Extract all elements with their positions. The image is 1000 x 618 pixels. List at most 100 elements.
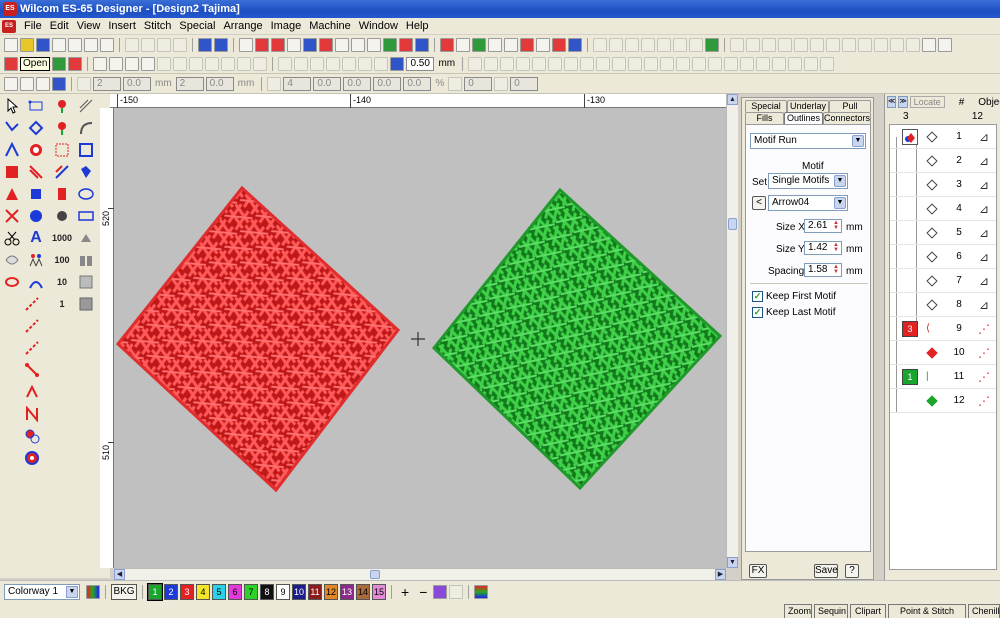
scroll-right-icon[interactable]: ▶ bbox=[715, 569, 726, 580]
color-swatch-1[interactable]: 1 bbox=[147, 582, 163, 601]
frame-tool-icon[interactable] bbox=[76, 272, 96, 292]
step-fill-icon[interactable] bbox=[93, 56, 108, 71]
star-icon[interactable] bbox=[689, 37, 703, 52]
cloud-icon[interactable] bbox=[705, 37, 719, 52]
keep-first-motif-checkbox[interactable]: ✓ Keep First Motif bbox=[752, 291, 836, 302]
column-a-tool-icon[interactable] bbox=[2, 162, 22, 182]
menu-file[interactable]: File bbox=[20, 18, 46, 34]
chart-icon[interactable] bbox=[383, 37, 397, 52]
node-tool-2-icon[interactable] bbox=[22, 382, 42, 402]
tab-pull-comp[interactable]: Pull Comp bbox=[829, 100, 871, 122]
oval-tool-icon[interactable] bbox=[76, 184, 96, 204]
tool-m-icon[interactable] bbox=[740, 56, 755, 71]
motif-select[interactable]: Arrow04 ▼ bbox=[768, 195, 848, 211]
sequence-row-8[interactable]: 8 ⊿ bbox=[890, 293, 996, 317]
snap-grid-icon[interactable] bbox=[484, 56, 499, 71]
tab-chenille[interactable]: Chenille bbox=[968, 604, 1000, 618]
circle-icon[interactable] bbox=[673, 37, 687, 52]
save-button[interactable]: Save bbox=[814, 564, 838, 578]
zigzag-tool-icon[interactable] bbox=[22, 404, 42, 424]
hoop-tool-icon[interactable] bbox=[2, 272, 22, 292]
stitch-count-10-icon[interactable]: 10 bbox=[50, 272, 74, 292]
scroll-down-icon[interactable]: ▼ bbox=[727, 557, 738, 568]
pattern-fill-tool-icon[interactable] bbox=[52, 140, 72, 160]
menu-view[interactable]: View bbox=[73, 18, 105, 34]
applique-icon[interactable] bbox=[319, 37, 333, 52]
delete-icon[interactable] bbox=[173, 37, 187, 52]
stitch-count-1000-icon[interactable]: 1000 bbox=[50, 228, 74, 248]
select-tool-icon[interactable] bbox=[2, 96, 22, 116]
tool-f-icon[interactable] bbox=[628, 56, 643, 71]
expand-icon[interactable]: ≫ bbox=[898, 96, 908, 108]
align-bottom-icon[interactable] bbox=[641, 37, 655, 52]
outline-icon[interactable] bbox=[287, 37, 301, 52]
width-field[interactable]: 0.0 bbox=[123, 76, 151, 91]
target-tool-icon[interactable] bbox=[22, 448, 42, 468]
rotate-right-icon[interactable] bbox=[294, 56, 309, 71]
tool-b-icon[interactable] bbox=[564, 56, 579, 71]
color-swatch-12[interactable]: 12 bbox=[324, 583, 338, 600]
tatami-icon[interactable] bbox=[52, 56, 67, 71]
mirror-h-icon[interactable] bbox=[310, 56, 325, 71]
spacing-spinner[interactable]: 1.58 ▲ ▼ bbox=[804, 263, 842, 277]
tool-q-icon[interactable] bbox=[804, 56, 819, 71]
color-film-toggle-icon[interactable] bbox=[474, 584, 489, 599]
menu-image[interactable]: Image bbox=[267, 18, 306, 34]
rect-tool-icon[interactable] bbox=[76, 206, 96, 226]
stitch-type-select[interactable]: Motif Run ▼ bbox=[750, 133, 866, 149]
menu-help[interactable]: Help bbox=[402, 18, 433, 34]
texture-tool-icon[interactable] bbox=[76, 294, 96, 314]
tab-point-stitch[interactable]: Point & Stitch (TM) bbox=[888, 604, 966, 618]
rotate-left-icon[interactable] bbox=[278, 56, 293, 71]
cut-icon[interactable] bbox=[125, 37, 139, 52]
scroll-thumb-h[interactable] bbox=[370, 570, 380, 579]
count-field-2[interactable]: 2 bbox=[175, 76, 204, 91]
show-connectors-icon[interactable] bbox=[472, 37, 486, 52]
fancy-fill-icon[interactable] bbox=[109, 56, 124, 71]
trim-icon[interactable] bbox=[826, 37, 840, 52]
skew-icon[interactable] bbox=[494, 76, 509, 91]
binoculars-tool-icon[interactable] bbox=[76, 250, 96, 270]
add-color-button[interactable]: + bbox=[397, 584, 413, 600]
send-icon[interactable] bbox=[100, 37, 114, 52]
palette-icon[interactable] bbox=[922, 37, 936, 52]
eraser-tool-icon[interactable] bbox=[76, 228, 96, 248]
contour-icon[interactable] bbox=[141, 56, 156, 71]
satin-icon[interactable] bbox=[4, 56, 18, 71]
wave-icon[interactable] bbox=[221, 56, 236, 71]
select-arrow-icon[interactable] bbox=[4, 76, 18, 91]
tab-outlines[interactable]: Outlines bbox=[783, 112, 823, 124]
document-icon[interactable]: ES bbox=[2, 19, 16, 33]
hoop-icon[interactable] bbox=[367, 37, 381, 52]
tool-a-icon[interactable] bbox=[548, 56, 563, 71]
color-swatch-3[interactable]: 3 bbox=[180, 583, 194, 600]
color-swatch-11[interactable]: 11 bbox=[308, 583, 322, 600]
tool-c-icon[interactable] bbox=[580, 56, 595, 71]
locate-button[interactable]: Locate bbox=[909, 96, 945, 108]
true-view-icon[interactable] bbox=[552, 37, 566, 52]
scroll-thumb-v[interactable] bbox=[728, 218, 737, 230]
sequence-row-6[interactable]: 6 ⊿ bbox=[890, 245, 996, 269]
show-stitches-icon[interactable] bbox=[440, 37, 454, 52]
align-left-icon[interactable] bbox=[593, 37, 607, 52]
sequence-row-5[interactable]: 5 ⊿ bbox=[890, 221, 996, 245]
tab-special[interactable]: Special bbox=[745, 100, 787, 112]
undo-icon[interactable] bbox=[198, 37, 212, 52]
background-color-button[interactable]: BKG bbox=[111, 583, 137, 600]
spin-arrows-icon[interactable]: ▲ ▼ bbox=[832, 264, 840, 275]
menu-stitch[interactable]: Stitch bbox=[140, 18, 176, 34]
stitch-angle-icon[interactable] bbox=[390, 56, 405, 71]
reshape-tool-icon[interactable] bbox=[2, 118, 22, 138]
group-icon[interactable] bbox=[730, 37, 744, 52]
menu-insert[interactable]: Insert bbox=[104, 18, 140, 34]
scissors-tool-icon[interactable] bbox=[2, 228, 22, 248]
menu-special[interactable]: Special bbox=[175, 18, 219, 34]
tool-e-icon[interactable] bbox=[612, 56, 627, 71]
angle-field-1[interactable]: 0 bbox=[464, 76, 493, 91]
team-names-tool-icon[interactable] bbox=[26, 206, 46, 226]
tool-o-icon[interactable] bbox=[772, 56, 787, 71]
tool-p-icon[interactable] bbox=[788, 56, 803, 71]
people-tool-icon[interactable] bbox=[26, 250, 46, 270]
new-file-icon[interactable] bbox=[4, 37, 18, 52]
scroll-left-icon[interactable]: ◀ bbox=[114, 569, 125, 580]
